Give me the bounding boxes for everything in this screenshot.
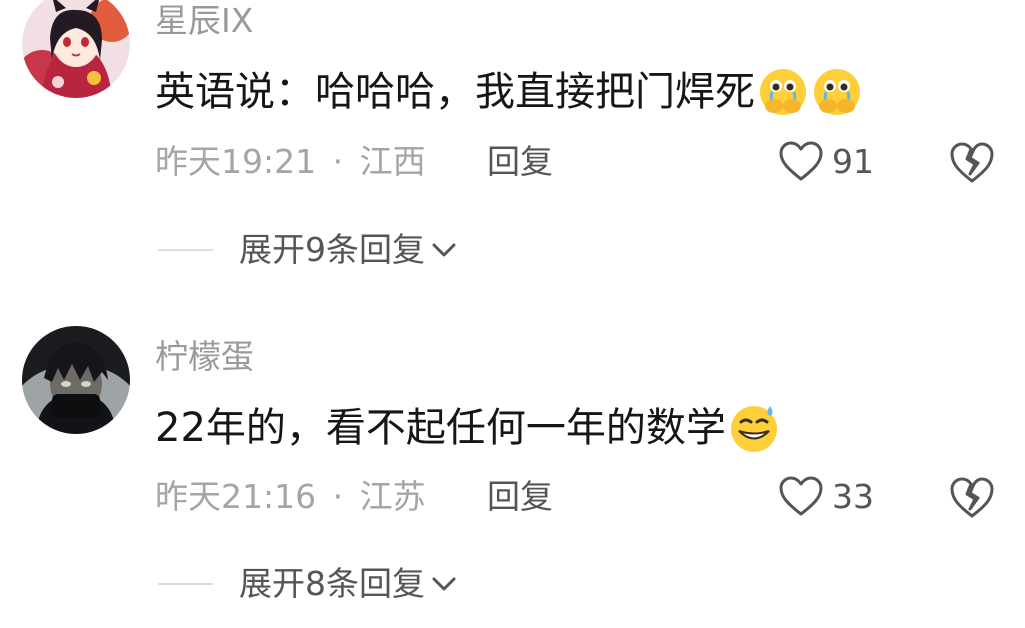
- comment-meta: 昨天19:21 · 江西: [155, 145, 426, 178]
- comment-text: 英语说：哈哈哈，我直接把门焊死: [155, 66, 863, 118]
- divider-line: [158, 582, 213, 585]
- avatar[interactable]: [22, 0, 130, 98]
- meta-separator: ·: [332, 477, 344, 516]
- anime-girl-avatar-image: [22, 0, 130, 98]
- comment-text: 22年的，看不起任何一年的数学: [155, 402, 780, 454]
- comment-text-content: 英语说：哈哈哈，我直接把门焊死: [155, 69, 755, 115]
- username[interactable]: 柠檬蛋: [155, 340, 254, 373]
- like-button[interactable]: 91: [778, 140, 874, 182]
- expand-replies-button[interactable]: 展开9条回复: [158, 233, 457, 266]
- location: 江苏: [359, 477, 426, 516]
- expand-replies-label: 展开8条回复: [239, 564, 425, 603]
- chevron-down-icon: [432, 577, 456, 590]
- comment-item: 星辰IX 英语说：哈哈哈，我直接把门焊死 昨天19:21 · 江西 回复 91 …: [0, 0, 1025, 300]
- expand-replies-button[interactable]: 展开8条回复: [158, 567, 457, 600]
- reply-button[interactable]: 回复: [487, 480, 553, 513]
- timestamp: 昨天21:16: [155, 477, 317, 516]
- crying-hands-emoji-icon: [814, 69, 860, 115]
- heart-outline-icon: [779, 141, 823, 181]
- dark-haired-boy-avatar-image: [22, 326, 130, 434]
- heart-outline-icon: [779, 476, 823, 516]
- username[interactable]: 星辰IX: [155, 4, 253, 37]
- avatar[interactable]: [22, 326, 130, 434]
- timestamp: 昨天19:21: [155, 142, 317, 181]
- chevron-down-icon: [432, 243, 456, 256]
- like-count: 33: [832, 476, 874, 516]
- comment-item: 柠檬蛋 22年的，看不起任何一年的数学 昨天21:16 · 江苏 回复 33 展…: [0, 320, 1025, 620]
- comment-text-content: 22年的，看不起任何一年的数学: [155, 405, 726, 451]
- reply-button[interactable]: 回复: [487, 145, 553, 178]
- expand-replies-label: 展开9条回复: [239, 230, 425, 269]
- broken-heart-icon[interactable]: [948, 140, 996, 184]
- like-count: 91: [832, 141, 874, 181]
- broken-heart-icon[interactable]: [948, 475, 996, 519]
- comment-meta: 昨天21:16 · 江苏: [155, 480, 426, 513]
- like-button[interactable]: 33: [778, 475, 874, 517]
- meta-separator: ·: [332, 142, 344, 181]
- location: 江西: [359, 142, 426, 181]
- crying-hands-emoji-icon: [760, 69, 806, 115]
- divider-line: [158, 248, 213, 251]
- grin-sweat-emoji-icon: [730, 406, 777, 452]
